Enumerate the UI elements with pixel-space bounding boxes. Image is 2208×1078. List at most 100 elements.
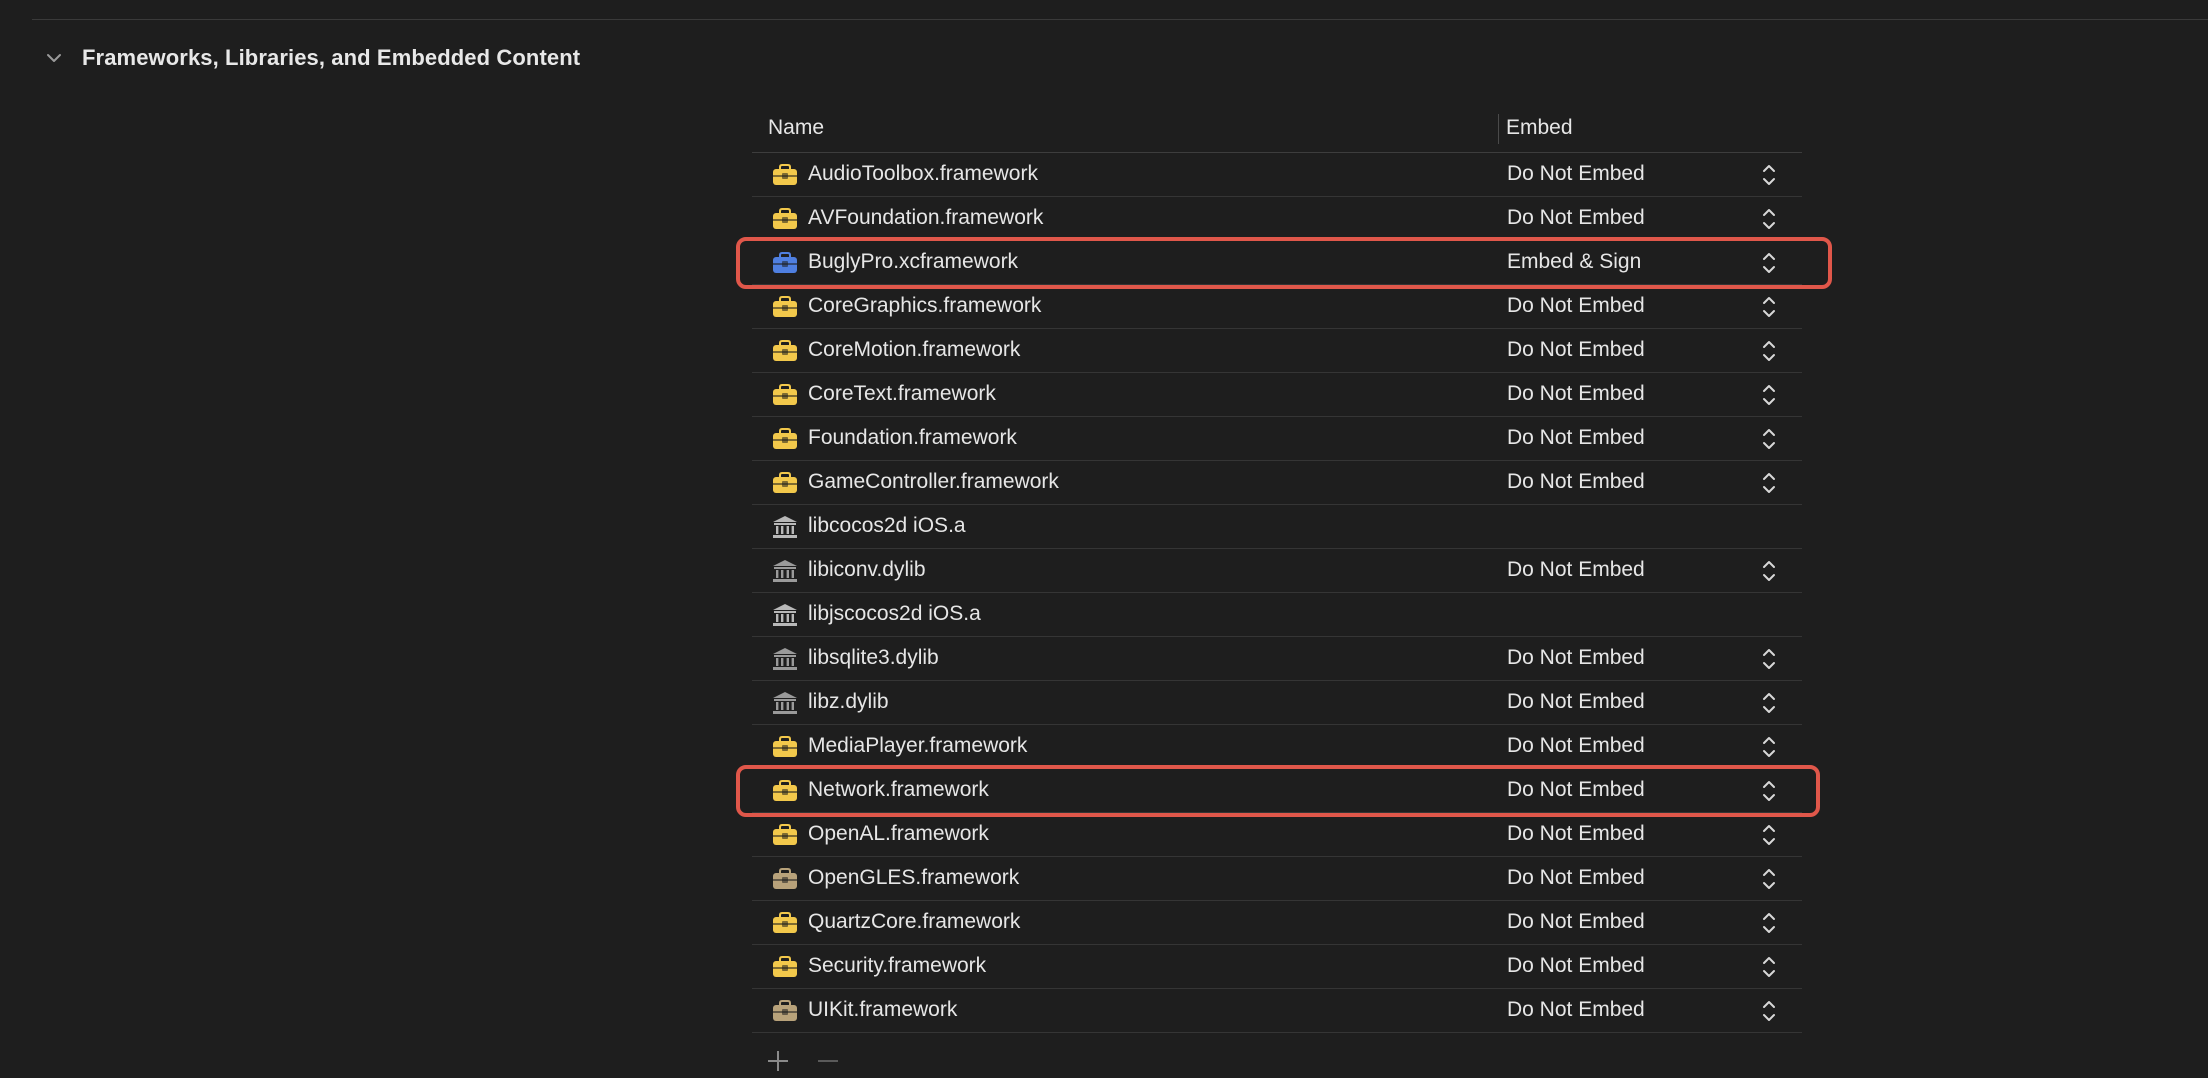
- popup-chevrons-icon[interactable]: [1759, 162, 1779, 188]
- xcframework-icon: [771, 251, 799, 275]
- footer-controls: [762, 1048, 844, 1074]
- row-name: CoreGraphics.framework: [808, 294, 1042, 317]
- table-row[interactable]: QuartzCore.framework Do Not Embed: [752, 901, 1802, 945]
- table-row[interactable]: libz.dylib Do Not Embed: [752, 681, 1802, 725]
- table-row[interactable]: OpenGLES.framework Do Not Embed: [752, 857, 1802, 901]
- library-icon: [771, 691, 799, 715]
- row-name: QuartzCore.framework: [808, 910, 1021, 933]
- chevron-down-icon[interactable]: [44, 48, 64, 68]
- popup-chevrons-icon[interactable]: [1759, 822, 1779, 848]
- table-row[interactable]: UIKit.framework Do Not Embed: [752, 989, 1802, 1033]
- embed-popup[interactable]: Do Not Embed: [1507, 954, 1645, 978]
- table-row[interactable]: MediaPlayer.framework Do Not Embed: [752, 725, 1802, 769]
- popup-chevrons-icon[interactable]: [1759, 382, 1779, 408]
- library-icon: [771, 515, 799, 539]
- embed-popup[interactable]: Do Not Embed: [1507, 910, 1645, 934]
- popup-chevrons-icon[interactable]: [1759, 866, 1779, 892]
- popup-chevrons-icon[interactable]: [1759, 734, 1779, 760]
- library-icon: [771, 559, 799, 583]
- embed-popup[interactable]: Do Not Embed: [1507, 162, 1645, 186]
- table-row[interactable]: libiconv.dylib Do Not Embed: [752, 549, 1802, 593]
- embed-popup[interactable]: Do Not Embed: [1507, 294, 1645, 318]
- framework-icon: [771, 735, 799, 759]
- embed-popup[interactable]: Do Not Embed: [1507, 646, 1645, 670]
- table-row[interactable]: Network.framework Do Not Embed: [752, 769, 1802, 813]
- row-name: CoreMotion.framework: [808, 338, 1021, 361]
- row-name: OpenGLES.framework: [808, 866, 1020, 889]
- table-row[interactable]: CoreText.framework Do Not Embed: [752, 373, 1802, 417]
- popup-chevrons-icon[interactable]: [1759, 778, 1779, 804]
- framework-icon: [771, 867, 799, 891]
- row-name: libcocos2d iOS.a: [808, 514, 966, 537]
- embed-popup[interactable]: Embed & Sign: [1507, 250, 1641, 274]
- minus-icon[interactable]: [812, 1048, 844, 1074]
- popup-chevrons-icon[interactable]: [1759, 338, 1779, 364]
- row-name: UIKit.framework: [808, 998, 958, 1021]
- plus-icon[interactable]: [762, 1048, 794, 1074]
- table-row[interactable]: AVFoundation.framework Do Not Embed: [752, 197, 1802, 241]
- top-divider: [32, 19, 2208, 20]
- embed-popup[interactable]: Do Not Embed: [1507, 998, 1645, 1022]
- row-name: OpenAL.framework: [808, 822, 989, 845]
- table-row[interactable]: CoreGraphics.framework Do Not Embed: [752, 285, 1802, 329]
- popup-chevrons-icon[interactable]: [1759, 558, 1779, 584]
- popup-chevrons-icon[interactable]: [1759, 998, 1779, 1024]
- column-header-name[interactable]: Name: [768, 116, 824, 140]
- row-name: Network.framework: [808, 778, 989, 801]
- framework-icon: [771, 207, 799, 231]
- table-row[interactable]: libsqlite3.dylib Do Not Embed: [752, 637, 1802, 681]
- section-header[interactable]: Frameworks, Libraries, and Embedded Cont…: [44, 40, 580, 76]
- popup-chevrons-icon[interactable]: [1759, 470, 1779, 496]
- popup-chevrons-icon[interactable]: [1759, 954, 1779, 980]
- embed-popup[interactable]: Do Not Embed: [1507, 206, 1645, 230]
- popup-chevrons-icon[interactable]: [1759, 206, 1779, 232]
- embed-popup[interactable]: Do Not Embed: [1507, 382, 1645, 406]
- library-icon: [771, 603, 799, 627]
- framework-icon: [771, 955, 799, 979]
- framework-icon: [771, 339, 799, 363]
- embed-popup[interactable]: Do Not Embed: [1507, 778, 1645, 802]
- popup-chevrons-icon[interactable]: [1759, 426, 1779, 452]
- embed-popup[interactable]: Do Not Embed: [1507, 338, 1645, 362]
- framework-icon: [771, 779, 799, 803]
- embed-popup[interactable]: Do Not Embed: [1507, 866, 1645, 890]
- row-name: AVFoundation.framework: [808, 206, 1044, 229]
- framework-icon: [771, 427, 799, 451]
- embed-popup[interactable]: Do Not Embed: [1507, 690, 1645, 714]
- popup-chevrons-icon[interactable]: [1759, 250, 1779, 276]
- column-header-embed[interactable]: Embed: [1506, 116, 1573, 140]
- popup-chevrons-icon[interactable]: [1759, 690, 1779, 716]
- embed-popup[interactable]: Do Not Embed: [1507, 426, 1645, 450]
- embed-popup[interactable]: Do Not Embed: [1507, 558, 1645, 582]
- row-name: libiconv.dylib: [808, 558, 926, 581]
- row-name: AudioToolbox.framework: [808, 162, 1038, 185]
- column-divider[interactable]: [1498, 114, 1499, 144]
- table-row[interactable]: BuglyPro.xcframework Embed & Sign: [752, 241, 1802, 285]
- embed-popup[interactable]: Do Not Embed: [1507, 734, 1645, 758]
- row-name: Foundation.framework: [808, 426, 1017, 449]
- popup-chevrons-icon[interactable]: [1759, 294, 1779, 320]
- table-row[interactable]: libcocos2d iOS.a: [752, 505, 1802, 549]
- table-row[interactable]: Foundation.framework Do Not Embed: [752, 417, 1802, 461]
- popup-chevrons-icon[interactable]: [1759, 910, 1779, 936]
- section-title: Frameworks, Libraries, and Embedded Cont…: [82, 45, 581, 70]
- table-body: AudioToolbox.framework Do Not Embed AVFou…: [752, 153, 1802, 1033]
- table-row[interactable]: CoreMotion.framework Do Not Embed: [752, 329, 1802, 373]
- framework-icon: [771, 471, 799, 495]
- table-header: Name Embed: [752, 108, 1802, 153]
- table-row[interactable]: Security.framework Do Not Embed: [752, 945, 1802, 989]
- embed-popup[interactable]: Do Not Embed: [1507, 822, 1645, 846]
- table-row[interactable]: GameController.framework Do Not Embed: [752, 461, 1802, 505]
- table-row[interactable]: AudioToolbox.framework Do Not Embed: [752, 153, 1802, 197]
- row-name: GameController.framework: [808, 470, 1059, 493]
- row-name: libz.dylib: [808, 690, 889, 713]
- row-name: BuglyPro.xcframework: [808, 250, 1019, 273]
- table-row[interactable]: OpenAL.framework Do Not Embed: [752, 813, 1802, 857]
- popup-chevrons-icon[interactable]: [1759, 646, 1779, 672]
- library-icon: [771, 647, 799, 671]
- row-name: CoreText.framework: [808, 382, 996, 405]
- embed-popup[interactable]: Do Not Embed: [1507, 470, 1645, 494]
- row-name: libsqlite3.dylib: [808, 646, 939, 669]
- framework-icon: [771, 383, 799, 407]
- table-row[interactable]: libjscocos2d iOS.a: [752, 593, 1802, 637]
